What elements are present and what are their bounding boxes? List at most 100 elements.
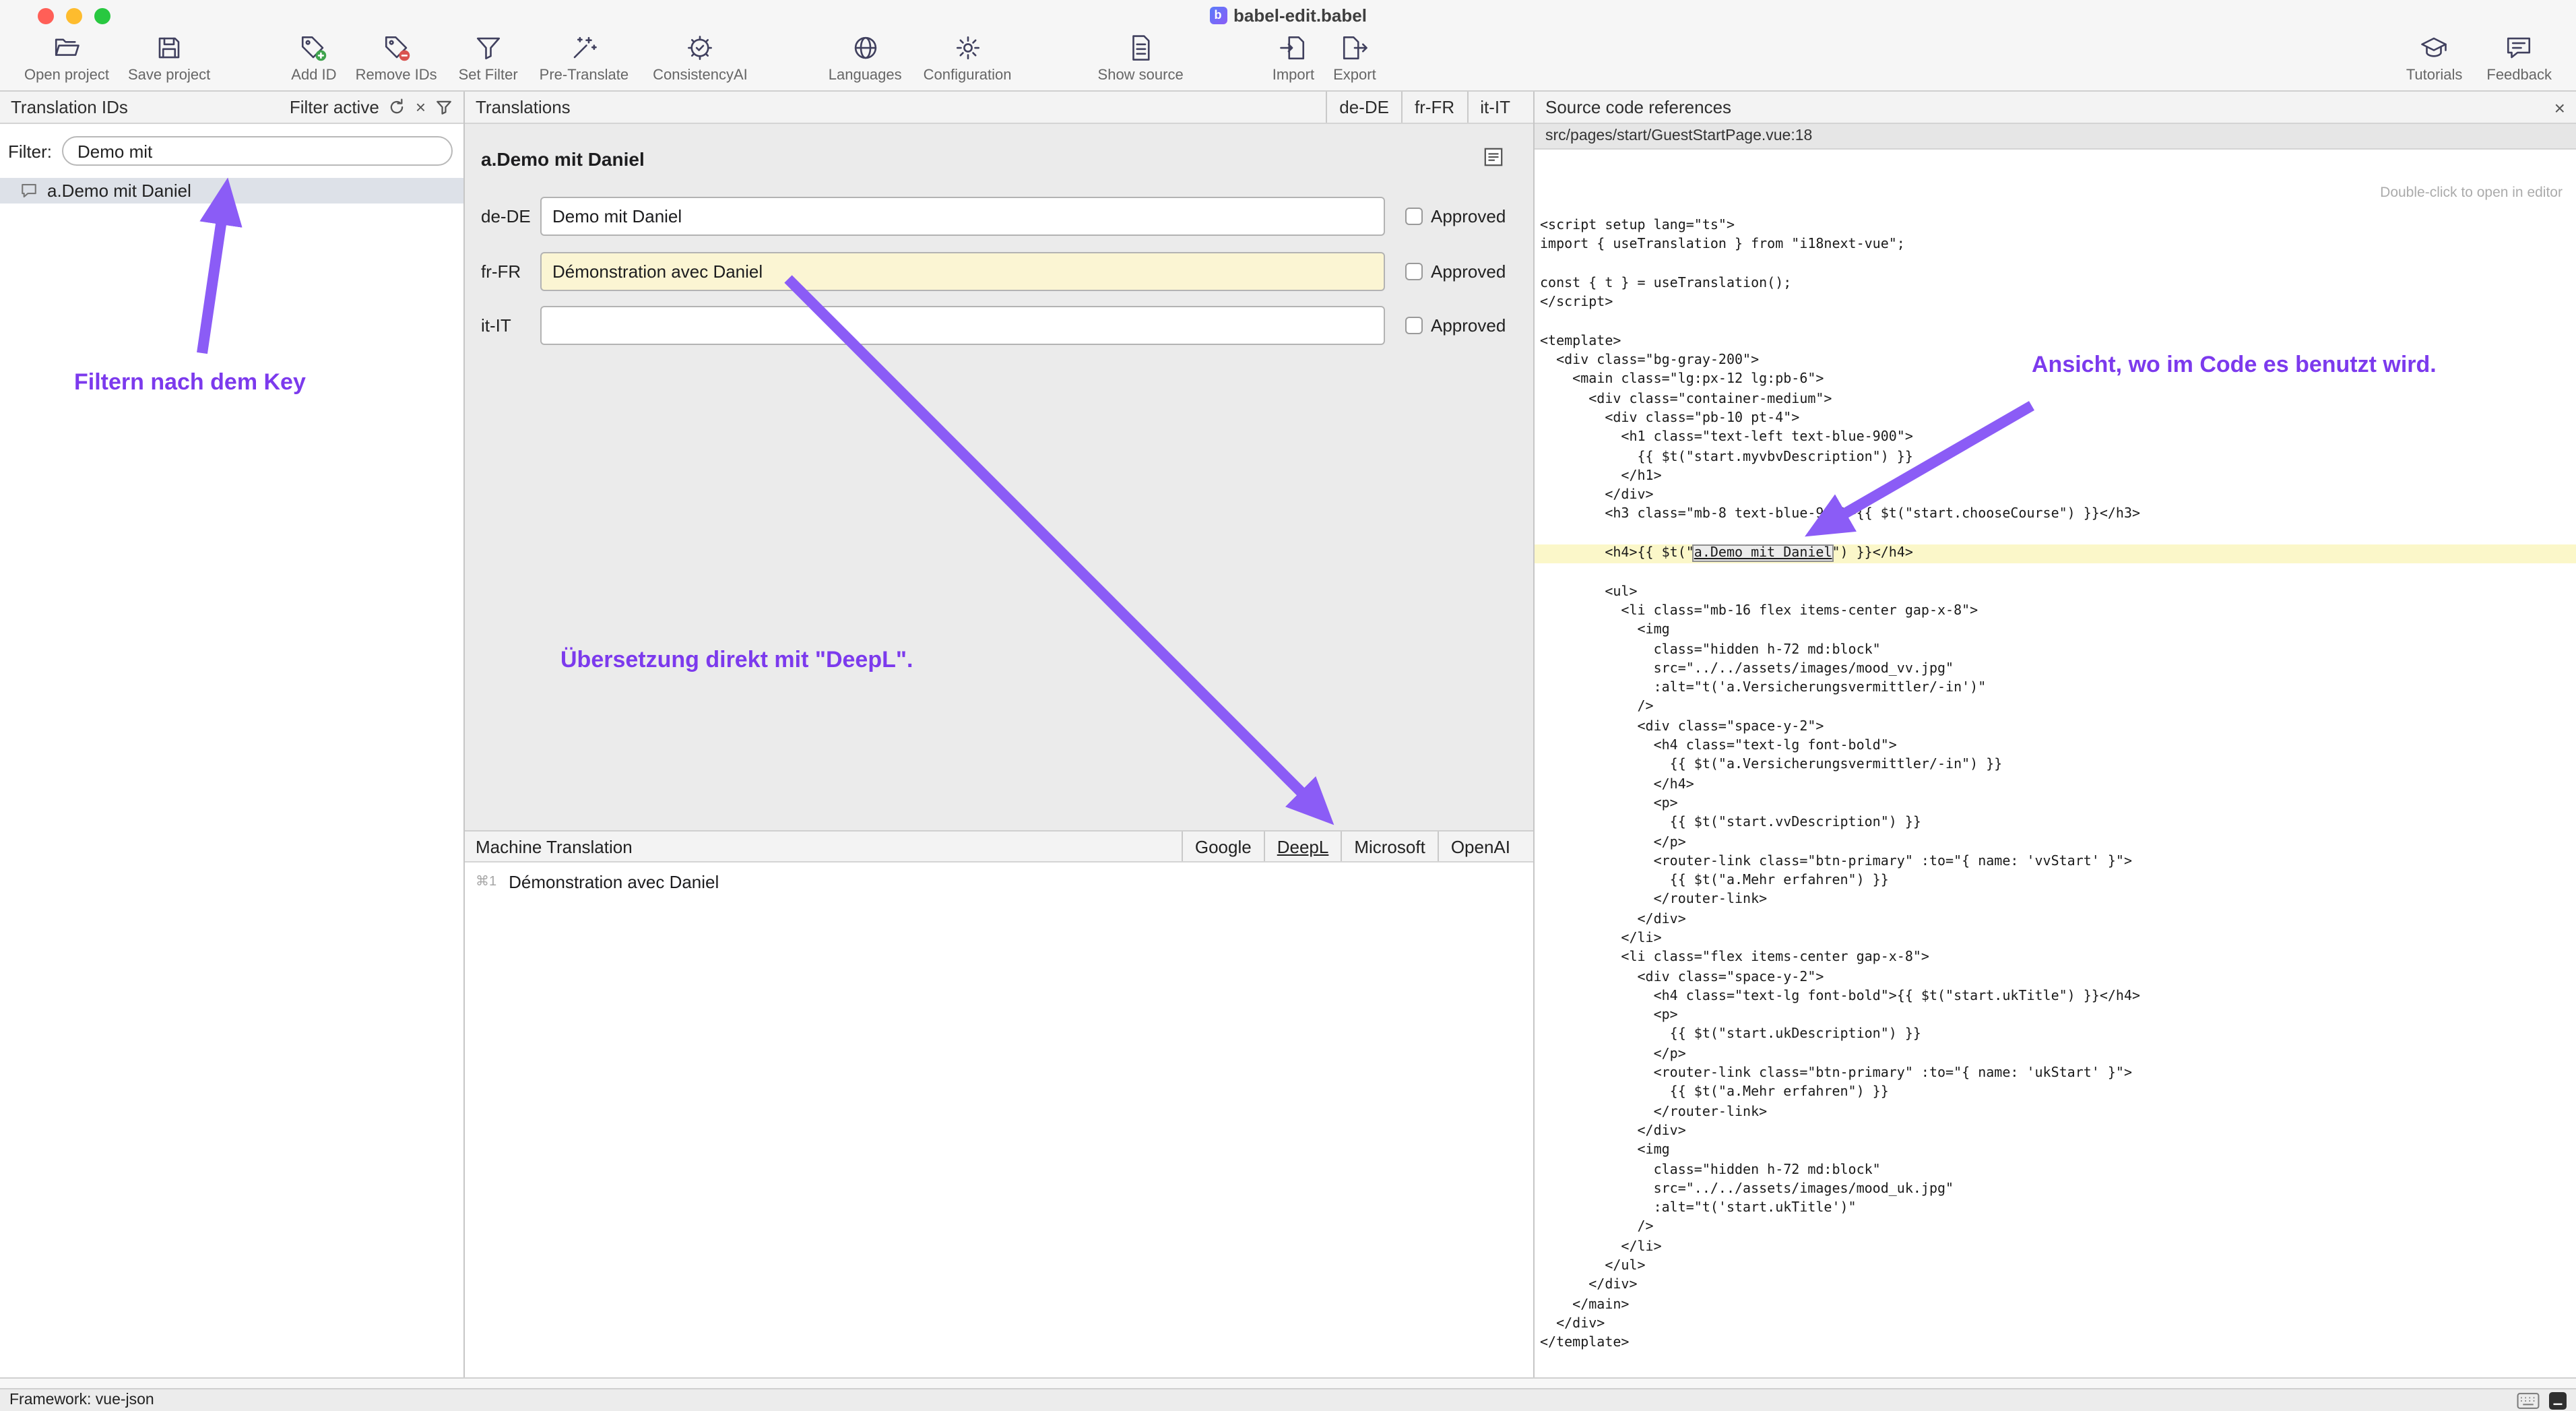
- code-line: <p>: [1535, 795, 2576, 815]
- annotation-deepl: Übersetzung direkt mit "DeepL".: [560, 647, 913, 674]
- export-button[interactable]: Export: [1325, 34, 1384, 84]
- app-icon: b: [1209, 6, 1227, 24]
- code-line: </router-link>: [1535, 1103, 2576, 1123]
- language-tab-fr-FR[interactable]: fr-FR: [1401, 92, 1467, 123]
- code-line: {{ $t("start.ukDescription") }}: [1535, 1026, 2576, 1046]
- set-filter-button[interactable]: Set Filter: [451, 34, 526, 84]
- code-line: <p>: [1535, 1007, 2576, 1026]
- tutorials-button[interactable]: Tutorials: [2398, 34, 2471, 84]
- mt-suggestion-text: Démonstration avec Daniel: [509, 872, 719, 892]
- language-label: fr-FR: [481, 261, 540, 282]
- machine-translation-body: ⌘1 Démonstration avec Daniel: [465, 863, 1533, 1377]
- status-bar: Framework: vue-json: [0, 1388, 2576, 1411]
- save-project-button[interactable]: Save project: [120, 34, 218, 84]
- translation-row-it-IT: it-IT Approved: [465, 306, 1533, 345]
- toolbar: Open project Save project Add ID Remove …: [0, 30, 2576, 92]
- code-line: <div class="pb-10 pt-4">: [1535, 410, 2576, 429]
- bottom-strip: [0, 1377, 2576, 1388]
- code-line: <li class="mb-16 flex items-center gap-x…: [1535, 602, 2576, 622]
- code-line: [1535, 526, 2576, 545]
- console-panel-icon[interactable]: [2549, 1391, 2567, 1409]
- comment-note-button[interactable]: [1483, 147, 1504, 171]
- globe-icon: [851, 34, 879, 66]
- translation-input-de-DE[interactable]: [540, 197, 1385, 236]
- mt-provider-google[interactable]: Google: [1182, 832, 1264, 861]
- open-project-button[interactable]: Open project: [16, 34, 117, 84]
- approved-checkbox-de-DE[interactable]: [1405, 208, 1423, 225]
- code-line: <div class="space-y-2">: [1535, 718, 2576, 737]
- titlebar: b babel-edit.babel: [0, 0, 2576, 30]
- code-line: </ul>: [1535, 1257, 2576, 1277]
- pre-translate-button[interactable]: Pre-Translate: [532, 34, 637, 84]
- feedback-button[interactable]: Feedback: [2478, 34, 2560, 84]
- code-area[interactable]: Double-click to open in editor <script s…: [1535, 150, 2576, 1377]
- translation-ids-header: Translation IDs Filter active ×: [0, 92, 463, 124]
- source-document-icon: [1126, 34, 1155, 66]
- code-listing: <script setup lang="ts">import { useTran…: [1535, 217, 2576, 1354]
- translation-input-fr-FR[interactable]: [540, 252, 1385, 291]
- language-label: it-IT: [481, 315, 540, 336]
- approved-checkbox-it-IT[interactable]: [1405, 317, 1423, 334]
- export-icon: [1341, 34, 1369, 66]
- file-reference[interactable]: src/pages/start/GuestStartPage.vue:18: [1535, 124, 2576, 150]
- add-id-button[interactable]: Add ID: [283, 34, 344, 84]
- code-line: class="hidden h-72 md:block": [1535, 1161, 2576, 1181]
- folder-open-icon: [53, 34, 81, 66]
- translation-id-list: a.Demo mit Daniel: [0, 178, 463, 1377]
- source-references-header: Source code references ×: [1535, 92, 2576, 124]
- window-title: b babel-edit.babel: [1209, 5, 1367, 25]
- panel-title: Translations: [476, 97, 571, 117]
- close-panel-button[interactable]: ×: [2554, 98, 2565, 117]
- mt-provider-deepl[interactable]: DeepL: [1264, 832, 1341, 861]
- filter-settings-button[interactable]: [435, 98, 453, 116]
- translation-input-it-IT[interactable]: [540, 306, 1385, 345]
- code-line: <router-link class="btn-primary" :to="{ …: [1535, 1065, 2576, 1084]
- code-line: <div class="space-y-2">: [1535, 968, 2576, 988]
- import-icon: [1279, 34, 1308, 66]
- application-window: b babel-edit.babel Open project Save pro…: [0, 0, 2576, 1411]
- clear-filter-button[interactable]: ×: [416, 97, 426, 117]
- translation-id-item[interactable]: a.Demo mit Daniel: [0, 178, 463, 203]
- mt-provider-microsoft[interactable]: Microsoft: [1341, 832, 1437, 861]
- minimize-window-button[interactable]: [66, 8, 82, 24]
- consistency-ai-button[interactable]: ConsistencyAI: [645, 34, 756, 84]
- translations-body: a.Demo mit Daniel de-DE Approved fr-FR A…: [465, 124, 1533, 830]
- code-line: <h4 class="text-lg font-bold">: [1535, 737, 2576, 757]
- source-references-panel: Source code references × src/pages/start…: [1535, 92, 2576, 1377]
- import-button[interactable]: Import: [1264, 34, 1322, 84]
- show-source-button[interactable]: Show source: [1090, 34, 1192, 84]
- language-tab-de-DE[interactable]: de-DE: [1326, 92, 1401, 123]
- filter-label: Filter:: [8, 141, 52, 161]
- code-line: />: [1535, 699, 2576, 718]
- mt-provider-openai[interactable]: OpenAI: [1438, 832, 1522, 861]
- code-line: :alt="t('start.ukTitle')": [1535, 1199, 2576, 1219]
- funnel-icon: [474, 34, 503, 66]
- language-tab-it-IT[interactable]: it-IT: [1467, 92, 1522, 123]
- approved-checkbox-fr-FR[interactable]: [1405, 263, 1423, 280]
- code-line: </div>: [1535, 487, 2576, 506]
- code-line: <div class="container-medium">: [1535, 390, 2576, 410]
- code-line: :alt="t('a.Versicherungsvermittler/-in')…: [1535, 679, 2576, 699]
- code-line: class="hidden h-72 md:block": [1535, 641, 2576, 660]
- code-line: <script setup lang="ts">: [1535, 217, 2576, 237]
- framework-label: Framework: vue-json: [9, 1392, 154, 1408]
- panel-title: Source code references: [1545, 97, 1731, 117]
- mt-suggestion-row[interactable]: ⌘1 Démonstration avec Daniel: [465, 863, 1533, 892]
- refresh-filter-button[interactable]: [389, 98, 406, 116]
- filter-input[interactable]: [61, 136, 453, 166]
- code-line: <router-link class="btn-primary" :to="{ …: [1535, 853, 2576, 873]
- translations-panel: Translations de-DE fr-FR it-IT a.Demo mi…: [465, 92, 1535, 1377]
- close-window-button[interactable]: [38, 8, 54, 24]
- magic-wand-icon: [570, 34, 598, 66]
- remove-ids-button[interactable]: Remove IDs: [348, 34, 445, 84]
- tag-plus-icon: [300, 34, 328, 66]
- code-line: src="../../assets/images/mood_vv.jpg": [1535, 660, 2576, 680]
- zoom-window-button[interactable]: [94, 8, 110, 24]
- panel-title: Translation IDs: [11, 97, 128, 117]
- code-line: <template>: [1535, 333, 2576, 352]
- code-line: </router-link>: [1535, 891, 2576, 911]
- keyboard-shortcuts-icon[interactable]: [2517, 1391, 2540, 1409]
- languages-button[interactable]: Languages: [820, 34, 910, 84]
- configuration-button[interactable]: Configuration: [915, 34, 1020, 84]
- translation-row-de-DE: de-DE Approved: [465, 197, 1533, 236]
